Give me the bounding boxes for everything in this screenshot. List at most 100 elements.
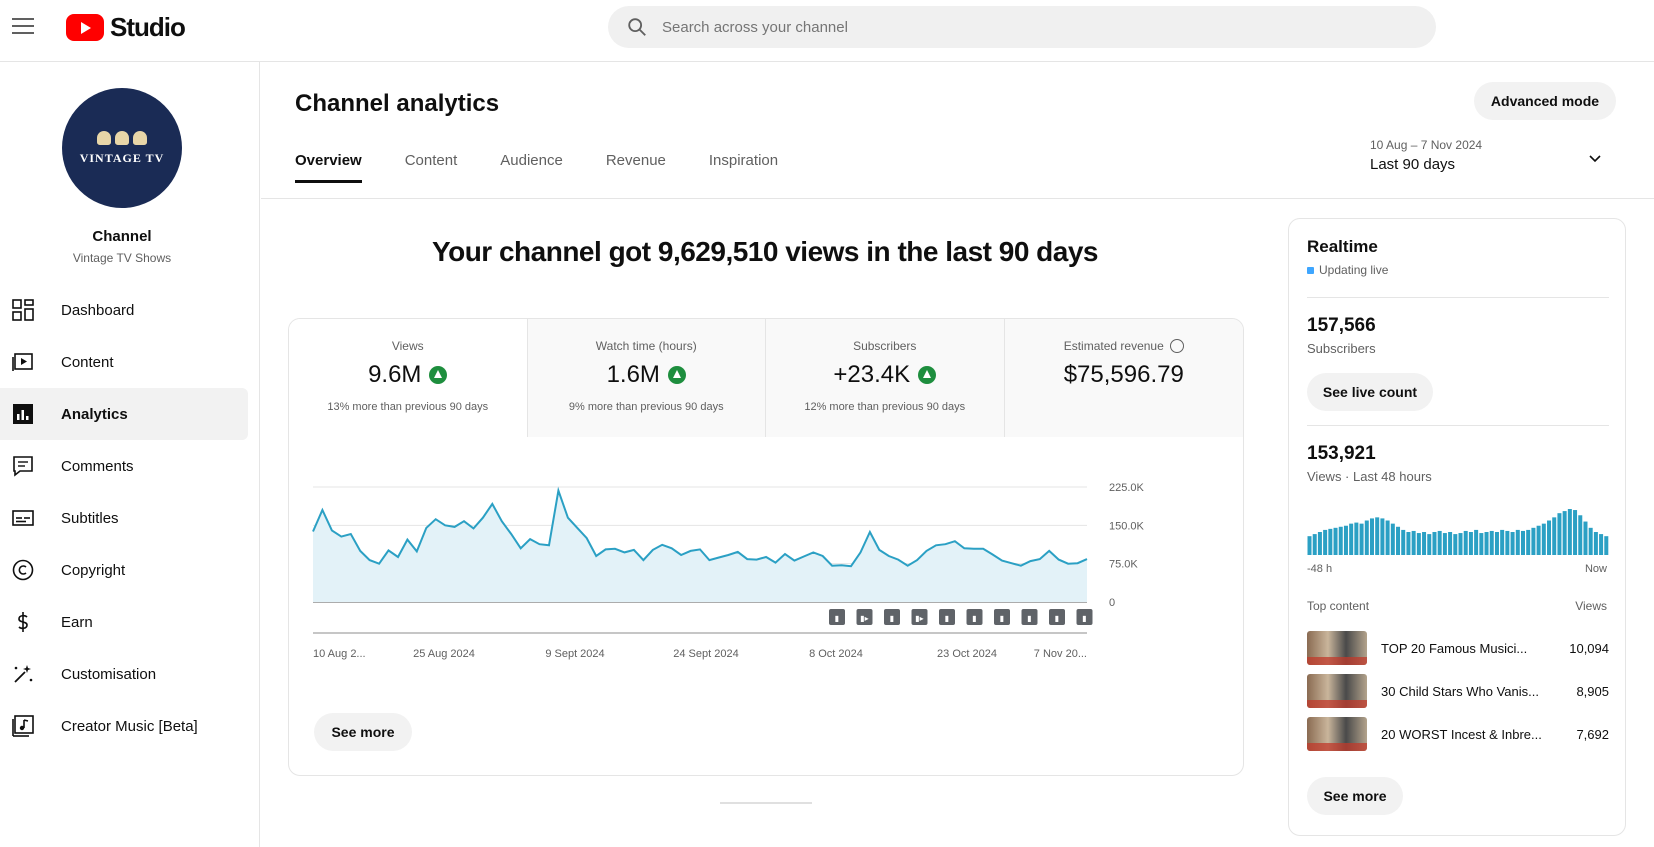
- see-more-top-content-button[interactable]: See more: [1307, 777, 1403, 815]
- x-tick-label: 7 Nov 20...: [1034, 648, 1087, 660]
- realtime-bar: [1552, 517, 1557, 555]
- realtime-bar: [1479, 533, 1484, 555]
- dashboard-icon: [11, 298, 35, 322]
- views-chart-svg[interactable]: 0 75.0K 150.0K 225.0K ▮ ▮▸ ▮ ▮▸ ▮ ▮ ▮ ▮ ▮ ▮ 10 Aug 2..…: [289, 437, 1244, 776]
- marker-glyph: ▮: [1082, 614, 1086, 623]
- top-content-item[interactable]: 30 Child Stars Who Vanis... 8,905: [1307, 672, 1609, 710]
- marker-glyph: ▮: [1000, 614, 1004, 623]
- metric-estimated-revenue[interactable]: Estimated revenue $75,596.79: [1004, 319, 1243, 437]
- realtime-bar: [1468, 532, 1473, 555]
- sidebar-item-earn[interactable]: Earn: [0, 596, 248, 648]
- metric-watch-time[interactable]: Watch time (hours) 1.6M 9% more than pre…: [527, 319, 766, 437]
- page-title: Channel analytics: [295, 90, 500, 117]
- sidebar-item-analytics[interactable]: Analytics: [0, 388, 248, 440]
- realtime-bar: [1364, 520, 1369, 555]
- realtime-bar: [1547, 520, 1552, 555]
- video-title: TOP 20 Famous Musici...: [1381, 640, 1528, 656]
- comments-icon: [11, 454, 35, 478]
- avatar-emblem-icon: [97, 130, 147, 145]
- search-icon[interactable]: [626, 16, 648, 38]
- metric-comparison: 13% more than previous 90 days: [327, 401, 489, 413]
- metric-value: 1.6M: [606, 361, 660, 388]
- realtime-bar: [1307, 536, 1312, 555]
- realtime-bar: [1369, 518, 1374, 555]
- channel-name: Channel: [92, 228, 152, 245]
- marker-glyph: ▮: [1055, 614, 1059, 623]
- realtime-bar: [1573, 510, 1578, 555]
- overview-card: Views 9.6M 13% more than previous 90 day…: [288, 318, 1244, 776]
- realtime-views-label: Views · Last 48 hours: [1307, 469, 1432, 484]
- tab-overview[interactable]: Overview: [295, 152, 362, 183]
- customisation-icon: [11, 662, 35, 686]
- realtime-bar: [1448, 532, 1453, 555]
- see-live-count-button[interactable]: See live count: [1307, 373, 1433, 411]
- tab-content[interactable]: Content: [405, 152, 458, 183]
- top-content-item[interactable]: TOP 20 Famous Musici... 10,094: [1307, 629, 1609, 667]
- realtime-bar: [1411, 530, 1416, 555]
- video-title: 30 Child Stars Who Vanis...: [1381, 683, 1539, 699]
- tab-audience[interactable]: Audience: [500, 152, 563, 183]
- metric-value: +23.4K: [833, 361, 911, 388]
- realtime-bar: [1312, 534, 1317, 555]
- y-tick-label: 225.0K: [1109, 482, 1145, 494]
- sidebar-item-dashboard[interactable]: Dashboard: [0, 284, 248, 336]
- realtime-bar: [1390, 523, 1395, 555]
- realtime-bar: [1458, 533, 1463, 555]
- info-icon[interactable]: [1169, 339, 1184, 353]
- realtime-bar: [1406, 532, 1411, 555]
- metric-subscribers[interactable]: Subscribers +23.4K 12% more than previou…: [766, 319, 1005, 437]
- realtime-bar: [1583, 521, 1588, 555]
- sidebar-item-comments[interactable]: Comments: [0, 440, 248, 492]
- studio-logo[interactable]: Studio: [66, 12, 186, 43]
- analytics-icon: [11, 402, 35, 426]
- metric-label-row: Estimated revenue: [1064, 339, 1184, 353]
- video-views: 8,905: [1576, 683, 1609, 699]
- realtime-bar: [1359, 523, 1364, 555]
- realtime-bar: [1396, 526, 1401, 555]
- realtime-bar: [1338, 526, 1343, 555]
- x-tick-label: 10 Aug 2...: [313, 648, 366, 660]
- advanced-mode-button[interactable]: Advanced mode: [1474, 82, 1616, 120]
- x-tick-label: 25 Aug 2024: [413, 648, 475, 660]
- metric-views[interactable]: Views 9.6M 13% more than previous 90 day…: [289, 319, 528, 437]
- search-bar[interactable]: [608, 6, 1436, 48]
- y-tick-label: 75.0K: [1109, 559, 1138, 571]
- marker-glyph: ▮: [835, 614, 839, 623]
- top-content-heading: Top content: [1307, 599, 1370, 613]
- realtime-bar-chart[interactable]: [1307, 505, 1609, 555]
- realtime-bar: [1593, 532, 1598, 555]
- top-content-item[interactable]: 20 WORST Incest & Inbre... 7,692: [1307, 715, 1609, 753]
- sidebar-item-customisation[interactable]: Customisation: [0, 648, 248, 700]
- search-input[interactable]: [662, 18, 1362, 36]
- y-tick-label: 0: [1109, 597, 1115, 609]
- realtime-bar: [1427, 534, 1432, 555]
- marker-glyph: ▮▸: [915, 614, 923, 623]
- tab-revenue[interactable]: Revenue: [606, 152, 666, 183]
- realtime-bar: [1531, 527, 1536, 555]
- x-tick-label: 23 Oct 2024: [937, 648, 997, 660]
- realtime-status: Updating live: [1307, 263, 1388, 277]
- sidebar-item-label: Creator Music [Beta]: [61, 717, 198, 735]
- date-range-picker[interactable]: 10 Aug – 7 Nov 2024 Last 90 days: [1370, 138, 1602, 173]
- realtime-bar: [1489, 530, 1494, 555]
- sidebar-item-copyright[interactable]: Copyright: [0, 544, 248, 596]
- sidebar-nav: Dashboard Content Analytics Comments Sub…: [0, 284, 248, 752]
- metric-value-row: 1.6M: [607, 361, 686, 389]
- realtime-bar: [1422, 532, 1427, 555]
- realtime-bar: [1599, 534, 1604, 555]
- realtime-bar: [1526, 529, 1531, 555]
- sidebar-item-creator-music[interactable]: Creator Music [Beta]: [0, 700, 248, 752]
- subtitles-icon: [11, 506, 35, 530]
- realtime-bar: [1416, 533, 1421, 555]
- hamburger-menu-icon[interactable]: [12, 14, 38, 38]
- tab-inspiration[interactable]: Inspiration: [709, 152, 778, 183]
- sidebar-item-label: Analytics: [61, 405, 128, 423]
- sidebar-item-subtitles[interactable]: Subtitles: [0, 492, 248, 544]
- realtime-bar: [1349, 523, 1354, 555]
- realtime-bar: [1578, 515, 1583, 555]
- live-indicator-icon: [1307, 266, 1314, 274]
- channel-avatar[interactable]: VINTAGE TV: [62, 88, 182, 208]
- earn-icon: [11, 610, 35, 634]
- see-more-button[interactable]: See more: [314, 713, 412, 751]
- sidebar-item-content[interactable]: Content: [0, 336, 248, 388]
